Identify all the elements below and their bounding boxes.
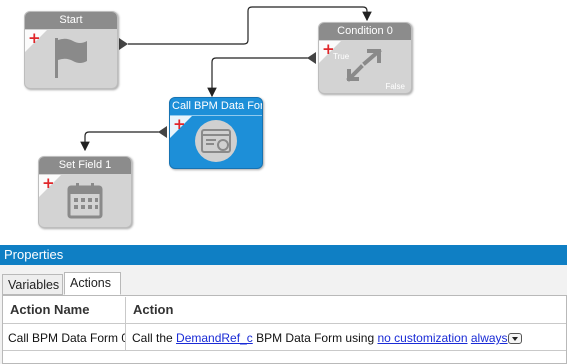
connector-callbpm-setfield: [80, 131, 164, 152]
node-start-title: Start: [25, 12, 117, 29]
tab-variables[interactable]: Variables: [2, 274, 63, 295]
node-start[interactable]: Start +: [24, 11, 118, 89]
always-link[interactable]: always: [471, 331, 508, 345]
header-divider: [3, 323, 566, 324]
column-header-action-name[interactable]: Action Name: [3, 299, 125, 321]
node-condition[interactable]: Condition 0 + True False: [318, 22, 412, 94]
node-set-field[interactable]: Set Field 1 +: [38, 156, 132, 228]
customization-link[interactable]: no customization: [377, 331, 467, 345]
node-condition-title: Condition 0: [319, 23, 411, 40]
table-row-action-description: Call the DemandRef_c BPM Data Form using…: [126, 327, 567, 349]
node-set-field-title: Set Field 1: [39, 157, 131, 174]
flag-icon: [55, 38, 87, 78]
data-form-icon: [195, 120, 237, 162]
add-icon[interactable]: +: [42, 176, 55, 191]
branch-arrows-icon: [346, 49, 382, 82]
workflow-canvas[interactable]: Start + Condition 0 + True False Call BP…: [0, 0, 567, 243]
properties-panel-title: Properties: [0, 245, 567, 265]
table-row-action-name[interactable]: Call BPM Data Form 0: [2, 327, 125, 349]
node-call-bpm-data-form[interactable]: Call BPM Data Form +: [169, 97, 263, 169]
output-port-condition: [307, 52, 316, 64]
demandref-link[interactable]: DemandRef_c: [176, 331, 253, 345]
add-icon[interactable]: +: [173, 117, 186, 132]
chevron-down-icon[interactable]: [507, 333, 522, 345]
row-divider: [3, 350, 566, 351]
column-header-action[interactable]: Action: [126, 299, 526, 321]
calendar-icon: [67, 183, 103, 219]
node-call-bpm-title: Call BPM Data Form: [170, 98, 262, 116]
add-icon[interactable]: +: [28, 31, 41, 46]
action-text-prefix: Call the: [132, 331, 177, 345]
action-text-middle: BPM Data Form using: [252, 331, 378, 345]
tab-actions[interactable]: Actions: [64, 272, 121, 295]
output-port-start: [119, 38, 128, 50]
connector-condition-callbpm: [207, 57, 314, 98]
output-port-callbpm: [158, 126, 167, 138]
false-branch-label: False: [385, 82, 405, 91]
